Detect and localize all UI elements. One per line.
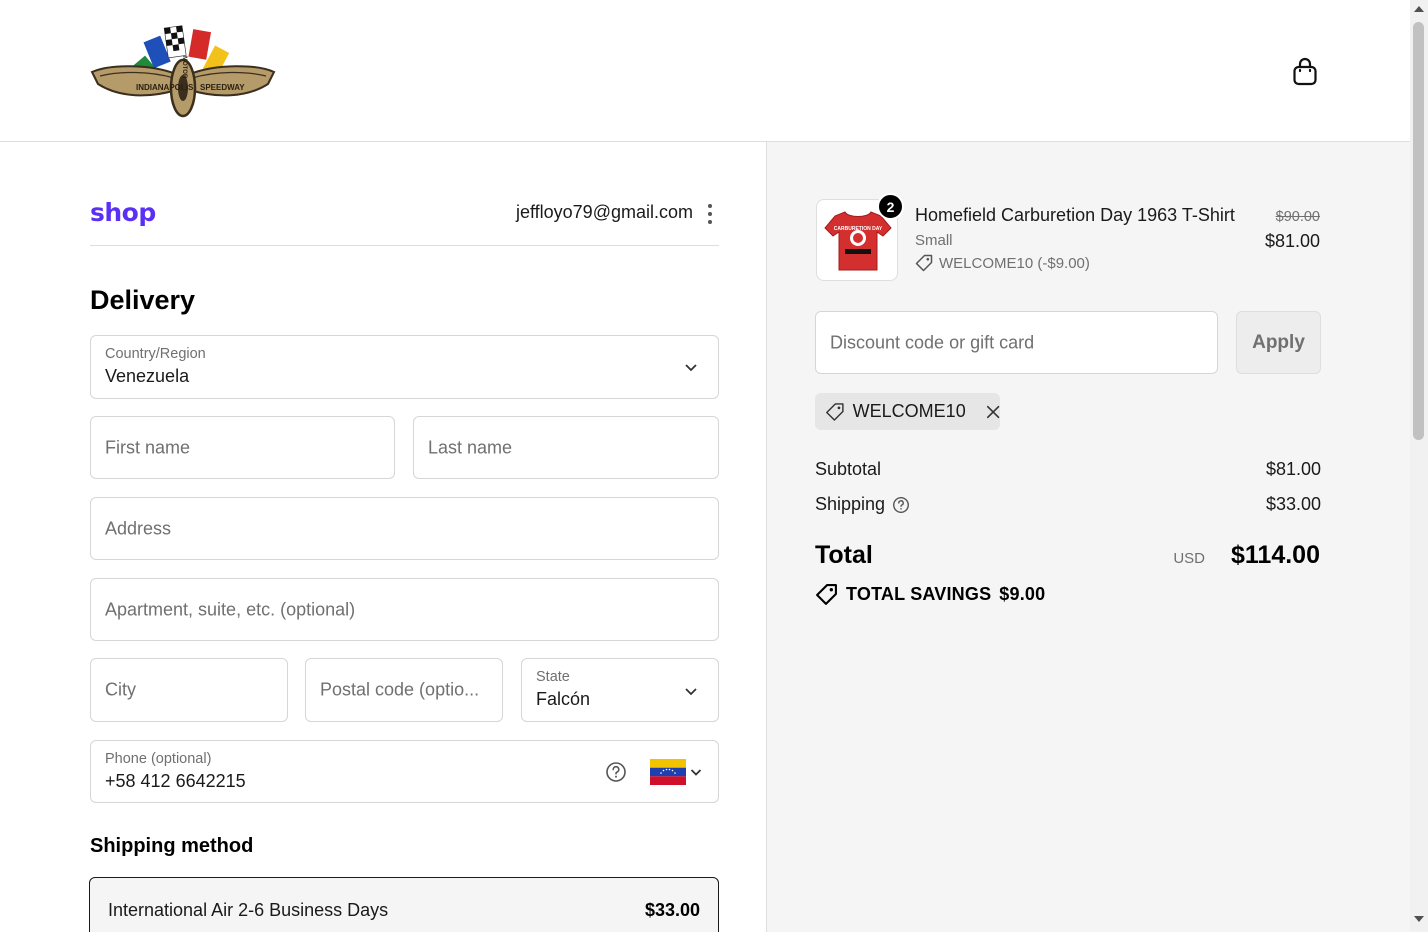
apartment-placeholder: Apartment, suite, etc. (optional) bbox=[105, 599, 356, 619]
last-name-field[interactable]: Last name bbox=[413, 416, 719, 479]
shipping-option-price: $33.00 bbox=[644, 900, 700, 920]
indianapolis-motor-speedway-logo[interactable]: INDIANAPOLIS SPEEDWAY MOTOR bbox=[90, 24, 276, 118]
delivery-heading: Delivery bbox=[90, 285, 196, 315]
logo-text-right: SPEEDWAY bbox=[200, 83, 245, 92]
apartment-field[interactable]: Apartment, suite, etc. (optional) bbox=[90, 578, 719, 641]
quantity-badge: 2 bbox=[877, 193, 904, 220]
product-discount: WELCOME10 (-$9.00) bbox=[915, 254, 1090, 272]
product-variant: Small bbox=[915, 232, 953, 249]
first-name-placeholder: First name bbox=[105, 437, 191, 457]
tag-icon bbox=[826, 402, 844, 421]
product-price: $81.00 bbox=[1264, 231, 1320, 251]
total-currency: USD bbox=[1173, 550, 1205, 567]
address-placeholder: Address bbox=[105, 518, 172, 538]
shopping-bag-icon bbox=[1293, 57, 1317, 86]
total-label: Total bbox=[815, 541, 873, 569]
venezuela-flag-icon bbox=[650, 759, 686, 785]
applied-discount-chip: WELCOME10 bbox=[815, 393, 1000, 430]
savings-value: $9.00 bbox=[999, 584, 1046, 604]
chevron-down-icon bbox=[685, 688, 697, 696]
checkout-page: INDIANAPOLIS SPEEDWAY MOTOR shop jeffloy… bbox=[0, 0, 1428, 932]
cart-button[interactable] bbox=[1290, 56, 1320, 88]
subtotal-row: Subtotal $81.00 bbox=[815, 459, 1321, 480]
chevron-down-icon bbox=[685, 364, 697, 372]
total-savings: TOTAL SAVINGS $9.00 bbox=[815, 583, 1045, 606]
product-discount-text: WELCOME10 (-$9.00) bbox=[939, 254, 1090, 272]
phone-value: +58 412 6642215 bbox=[105, 771, 246, 791]
tshirt-print-text: CARBURETION DAY bbox=[834, 226, 883, 232]
more-options-icon[interactable] bbox=[705, 204, 715, 224]
shop-account-row: shop jeffloyo79@gmail.com bbox=[90, 198, 719, 246]
subtotal-value: $81.00 bbox=[1265, 459, 1321, 479]
scroll-down-arrow-icon[interactable] bbox=[1414, 916, 1424, 922]
country-code-selector[interactable] bbox=[650, 759, 702, 785]
site-header: INDIANAPOLIS SPEEDWAY MOTOR bbox=[0, 0, 1410, 142]
last-name-placeholder: Last name bbox=[428, 437, 513, 457]
shipping-option-name: International Air 2-6 Business Days bbox=[108, 900, 389, 920]
shipping-label: Shipping bbox=[815, 494, 886, 514]
savings-label: TOTAL SAVINGS bbox=[846, 584, 992, 604]
phone-field[interactable]: Phone (optional) +58 412 6642215 bbox=[90, 740, 719, 803]
chevron-down-icon bbox=[690, 769, 702, 776]
page-scrollbar[interactable] bbox=[1410, 0, 1428, 932]
shipping-row: Shipping $33.00 bbox=[815, 494, 1321, 515]
product-original-price: $90.00 bbox=[1275, 209, 1320, 225]
subtotal-label: Subtotal bbox=[815, 459, 882, 479]
postal-code-placeholder: Postal code (optio... bbox=[320, 679, 480, 700]
country-select[interactable]: Country/Region Venezuela bbox=[90, 335, 719, 399]
shipping-option[interactable]: International Air 2-6 Business Days $33.… bbox=[89, 877, 719, 932]
shipping-method-heading: Shipping method bbox=[90, 835, 254, 857]
shop-pay-logo[interactable]: shop bbox=[90, 198, 156, 227]
help-circle-icon[interactable] bbox=[605, 761, 627, 783]
account-email: jeffloyo79@gmail.com bbox=[515, 202, 693, 222]
savings-tag-icon bbox=[816, 584, 837, 605]
shipping-value: $33.00 bbox=[1265, 494, 1321, 514]
scroll-up-arrow-icon[interactable] bbox=[1414, 6, 1424, 12]
state-value: Falcón bbox=[536, 689, 591, 709]
address-field[interactable]: Address bbox=[90, 497, 719, 560]
country-value: Venezuela bbox=[105, 366, 190, 386]
close-icon[interactable] bbox=[986, 404, 1000, 420]
country-label: Country/Region bbox=[105, 346, 206, 362]
discount-placeholder: Discount code or gift card bbox=[830, 332, 1035, 352]
logo-text-center: MOTOR bbox=[181, 56, 187, 79]
scrollbar-thumb[interactable] bbox=[1413, 22, 1424, 440]
state-label: State bbox=[536, 669, 570, 685]
applied-discount-code: WELCOME10 bbox=[852, 401, 966, 421]
discount-code-input[interactable]: Discount code or gift card bbox=[815, 311, 1218, 374]
checkout-form-panel: shop jeffloyo79@gmail.com Delivery Count… bbox=[0, 142, 766, 932]
state-select[interactable]: State Falcón bbox=[521, 658, 719, 722]
city-placeholder: City bbox=[105, 679, 136, 700]
phone-label: Phone (optional) bbox=[105, 751, 212, 767]
apply-discount-button[interactable]: Apply bbox=[1236, 311, 1321, 374]
order-summary-panel: CARBURETION DAY 2 Homefield Carburetion … bbox=[766, 142, 1410, 932]
tag-icon bbox=[915, 254, 933, 272]
postal-code-field[interactable]: Postal code (optio... bbox=[305, 658, 503, 722]
product-title: Homefield Carburetion Day 1963 T-Shirt bbox=[915, 205, 1235, 225]
city-field[interactable]: City bbox=[90, 658, 288, 722]
help-circle-icon[interactable] bbox=[892, 496, 910, 514]
first-name-field[interactable]: First name bbox=[90, 416, 395, 479]
total-value: $114.00 bbox=[1231, 541, 1320, 569]
logo-text-left: INDIANAPOLIS bbox=[136, 83, 194, 92]
